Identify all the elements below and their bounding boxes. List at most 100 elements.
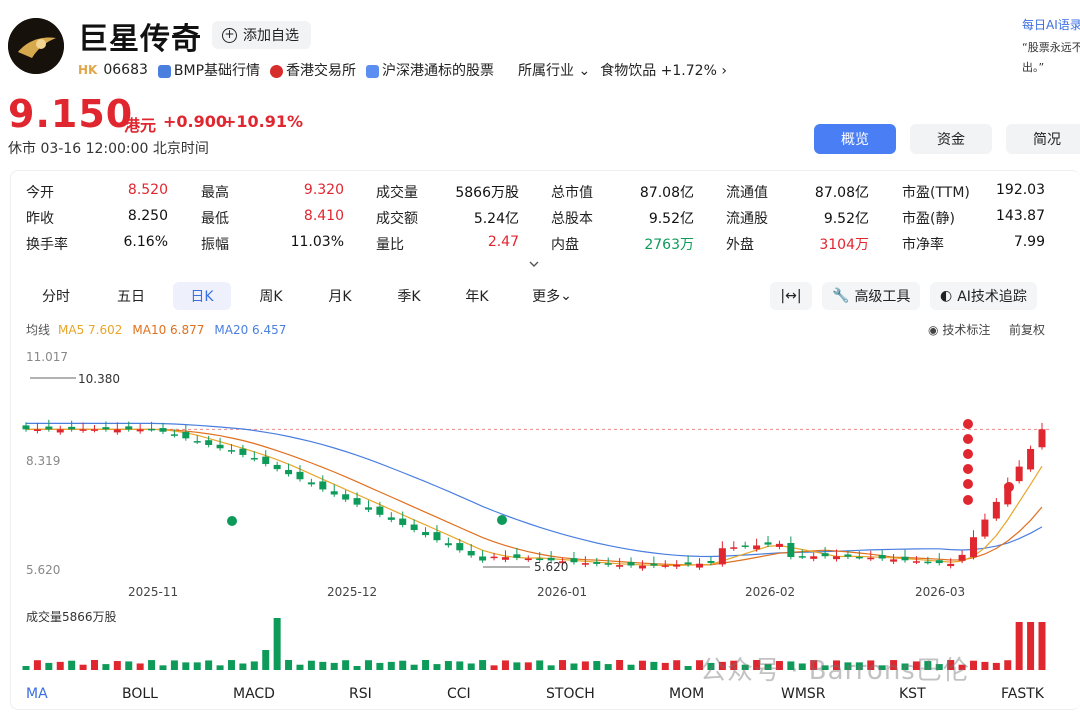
ai-quote-title[interactable]: 每日AI语录 — [1022, 16, 1080, 33]
candle-body — [1027, 448, 1035, 470]
period-5day[interactable]: 五日 — [103, 282, 159, 310]
candle-body — [855, 556, 863, 559]
indicator-cci[interactable]: CCI — [447, 686, 471, 702]
price-change: +0.900 — [163, 112, 228, 131]
candle-body — [604, 563, 612, 565]
tab-funds[interactable]: 资金 — [910, 124, 992, 154]
candle-body — [490, 556, 498, 559]
indicator-stoch[interactable]: STOCH — [546, 686, 595, 702]
stock-connect-link[interactable]: 沪深港通标的股票 — [366, 60, 494, 80]
volume-bar — [273, 618, 281, 670]
stat-value: 7.99 — [1013, 234, 1045, 250]
signal-dot-red — [963, 419, 973, 429]
indicator-macd[interactable]: MACD — [233, 686, 275, 702]
period-yearly[interactable]: 年K — [449, 282, 505, 310]
signal-dot-green — [227, 516, 237, 526]
industry-value-link[interactable]: 食物饮品 +1.72% › — [600, 60, 727, 80]
signal-dot-red — [963, 464, 973, 474]
indicator-fastk[interactable]: FASTK — [1001, 686, 1044, 702]
volume-bar — [285, 660, 293, 670]
period-monthly[interactable]: 月K — [312, 282, 368, 310]
candle-body — [570, 558, 578, 563]
volume-bar — [342, 660, 350, 670]
stat-value: 9.320 — [303, 182, 344, 198]
candle-body — [467, 550, 475, 556]
ai-tech-track-button[interactable]: ◐ AI技术追踪 — [930, 282, 1037, 310]
indicator-wmsr[interactable]: WMSR — [781, 686, 826, 702]
candle-body — [136, 429, 144, 432]
period-intraday[interactable]: 分时 — [28, 282, 84, 310]
indicator-ma[interactable]: MA — [26, 686, 48, 702]
volume-bar — [970, 660, 978, 670]
ma10-line — [26, 428, 1043, 566]
volume-bar — [125, 661, 133, 670]
candle-body — [912, 561, 920, 563]
period-more[interactable]: 更多 ⌄ — [522, 282, 582, 310]
period-quarterly[interactable]: 季K — [381, 282, 437, 310]
indicator-kst[interactable]: KST — [899, 686, 926, 702]
volume-bar — [570, 663, 578, 670]
candle-body — [444, 543, 452, 546]
candle-body — [102, 427, 110, 430]
stat-label: 振幅 — [201, 237, 229, 253]
candle-body — [935, 560, 943, 564]
indicator-boll[interactable]: BOLL — [122, 686, 158, 702]
volume-bar — [684, 665, 692, 670]
industry-dropdown[interactable]: 所属行业 ⌄ — [518, 60, 590, 80]
indicator-mom[interactable]: MOM — [669, 686, 704, 702]
stat-label: 内盘 — [551, 237, 579, 253]
volume-bar — [1015, 622, 1023, 670]
candlestick-chart[interactable] — [0, 340, 1080, 680]
tech-annotation-toggle[interactable]: ◉ 技术标注 — [928, 321, 990, 338]
bmp-link[interactable]: BMP基础行情 — [157, 60, 260, 80]
ma-legend: 均线 MA5 7.602 MA10 6.877 MA20 6.457 — [26, 323, 287, 337]
expand-chevron-icon[interactable] — [528, 258, 540, 270]
candle-body — [844, 554, 852, 557]
volume-bar — [992, 662, 1000, 670]
candle-body — [627, 562, 635, 566]
candle-body — [730, 547, 738, 549]
candle-body — [924, 561, 932, 564]
stat-label: 量比 — [376, 237, 404, 253]
candle-body — [250, 458, 258, 460]
adjust-dropdown[interactable]: 前复权 — [1009, 321, 1045, 338]
volume-bar — [113, 661, 121, 670]
add-watchlist-label: 添加自选 — [243, 28, 299, 44]
volume-bar — [399, 660, 407, 670]
candle-body — [399, 518, 407, 525]
volume-bar — [650, 661, 658, 670]
stat-value: 8.250 — [127, 208, 168, 224]
candle-body — [273, 464, 281, 470]
candle-body — [90, 429, 98, 431]
market-tag: HK — [78, 63, 98, 77]
candle-body — [593, 562, 601, 564]
candle-body — [1015, 466, 1023, 482]
period-weekly[interactable]: 周K — [243, 282, 299, 310]
period-daily[interactable]: 日K — [173, 282, 231, 310]
stock-name: 巨星传奇 — [78, 22, 202, 57]
volume-bar — [524, 662, 532, 670]
fit-width-button[interactable]: |↔| — [770, 282, 812, 310]
tab-profile[interactable]: 简况 — [1006, 124, 1080, 154]
volume-bar — [616, 660, 624, 670]
volume-bar — [581, 661, 589, 670]
candle-body — [638, 565, 646, 569]
hkex-link[interactable]: 香港交易所 — [270, 60, 356, 80]
candle-body — [798, 556, 806, 558]
add-watchlist-button[interactable]: + 添加自选 — [212, 21, 311, 49]
volume-bar — [90, 660, 98, 670]
candle-body — [684, 562, 692, 565]
hkex-icon — [270, 64, 284, 78]
advanced-tools-button[interactable]: 🔧 高级工具 — [822, 282, 921, 310]
volume-bar — [490, 665, 498, 670]
candle-body — [456, 543, 464, 551]
stat-value: 87.08亿 — [639, 185, 694, 201]
tab-overview[interactable]: 概览 — [814, 124, 896, 154]
candle-body — [307, 482, 315, 485]
candle-body — [193, 441, 201, 443]
indicator-rsi[interactable]: RSI — [349, 686, 372, 702]
chevron-down-icon: ⌄ — [560, 288, 572, 304]
candle-body — [125, 426, 133, 430]
volume-bar — [148, 660, 156, 670]
volume-bar — [45, 662, 53, 670]
